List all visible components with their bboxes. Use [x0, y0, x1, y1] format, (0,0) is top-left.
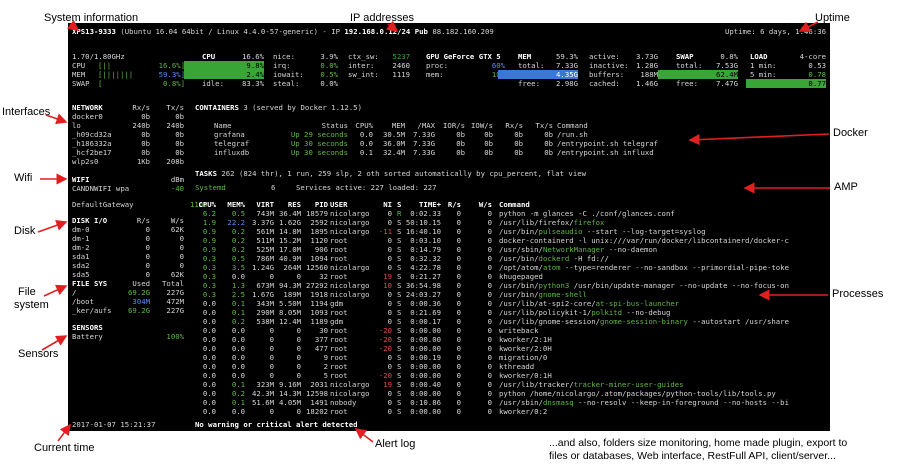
- arrow-alert-log: [354, 428, 374, 443]
- arrow-file-system: [43, 284, 68, 297]
- arrow-uptime: [798, 21, 819, 32]
- arrow-ip: [385, 20, 399, 32]
- arrow-interfaces: [45, 113, 68, 125]
- arrow-current-time: [57, 423, 71, 442]
- arrow-docker: [688, 133, 830, 146]
- annotation-arrows: [37, 19, 830, 443]
- arrow-system-information: [66, 19, 80, 31]
- arrow-sensors: [41, 335, 68, 351]
- arrow-disk: [37, 219, 68, 233]
